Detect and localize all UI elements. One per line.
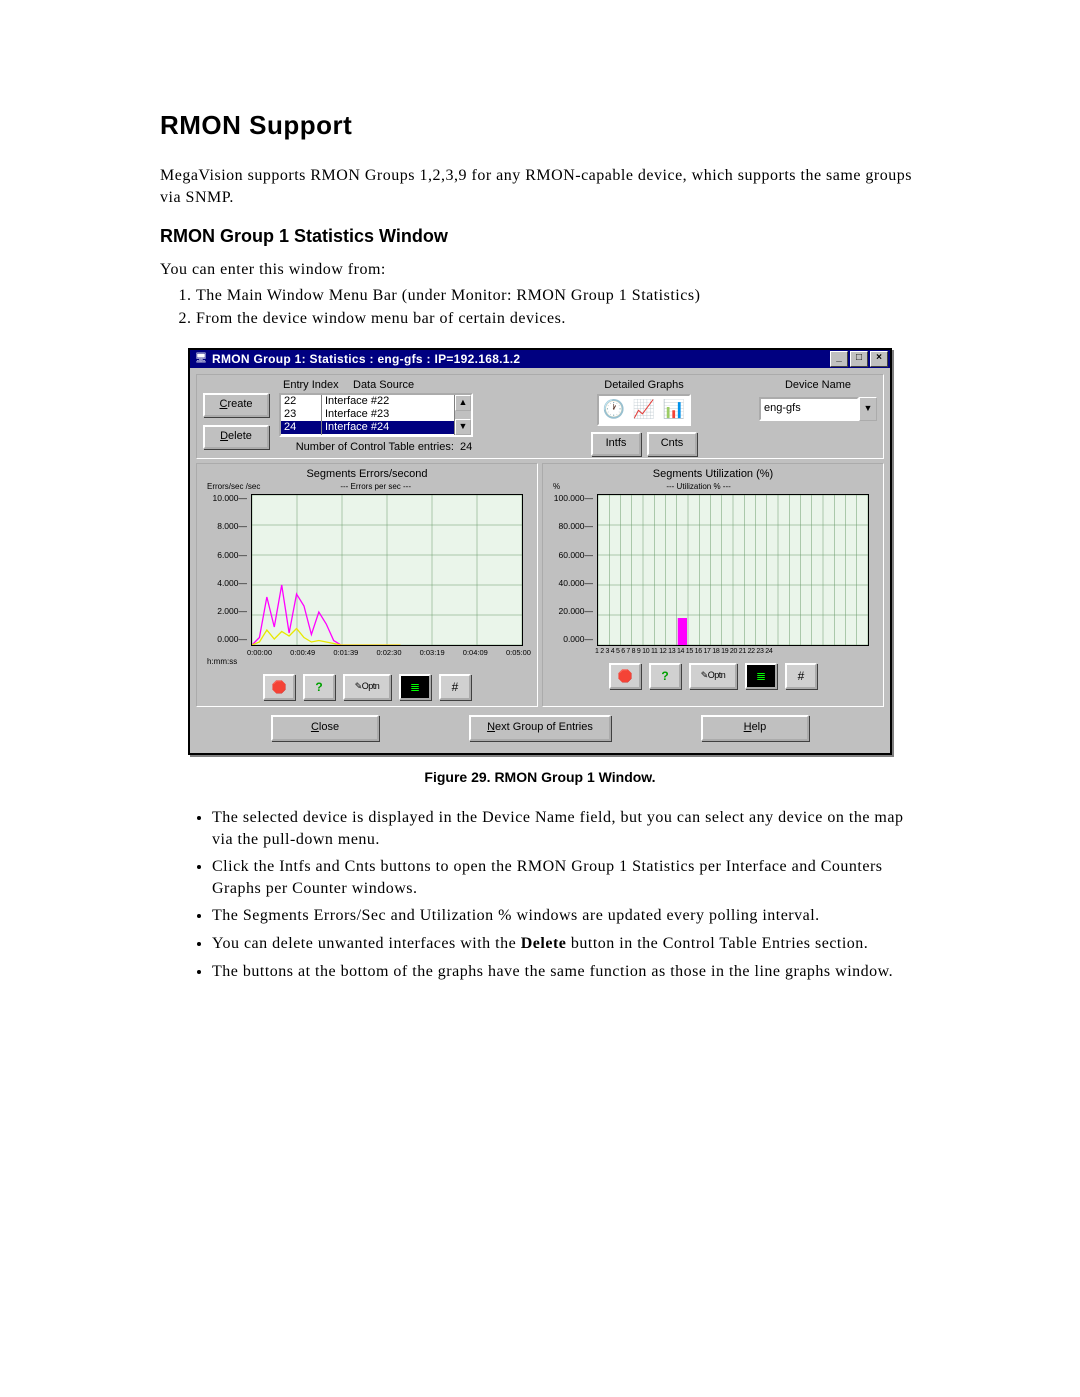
device-name-value: eng-gfs <box>759 397 859 421</box>
errors-chart-title: Segments Errors/second <box>203 468 531 480</box>
chart-tool-button[interactable]: 🛑 <box>609 663 641 689</box>
utilization-chart-title: Segments Utilization (%) <box>549 468 877 480</box>
intro-text: MegaVision supports RMON Groups 1,2,3,9 … <box>160 165 920 208</box>
lead-text: You can enter this window from: <box>160 259 920 281</box>
entry-index-header: Entry Index <box>283 379 353 391</box>
list-item: The Main Window Menu Bar (under Monitor:… <box>196 285 920 307</box>
minimize-button[interactable]: _ <box>830 351 848 367</box>
delete-button[interactable]: Delete <box>203 425 269 449</box>
subsection-title: RMON Group 1 Statistics Window <box>160 226 920 247</box>
chart-tool-button[interactable]: # <box>439 674 471 700</box>
list-item: Click the Intfs and Cnts buttons to open… <box>212 856 920 899</box>
maximize-button[interactable]: □ <box>850 351 868 367</box>
utilization-axis-title: --- Utilization % --- <box>666 482 730 494</box>
chart-tool-button[interactable]: # <box>785 663 817 689</box>
help-button[interactable]: Help <box>701 715 809 741</box>
errors-plot <box>251 494 523 646</box>
scroll-down-icon[interactable]: ▼ <box>455 419 471 435</box>
app-icon: 🖥 <box>194 352 208 366</box>
errors-xlabel: h:mm:ss <box>207 657 531 666</box>
list-item: The selected device is displayed in the … <box>212 807 920 850</box>
section-title: RMON Support <box>160 110 920 141</box>
close-window-button[interactable]: × <box>870 351 888 367</box>
chart-tool-button[interactable]: ✎Optn <box>343 674 391 700</box>
list-item: You can delete unwanted interfaces with … <box>212 933 920 955</box>
list-scrollbar[interactable]: ▲ ▼ <box>454 395 471 435</box>
next-group-button[interactable]: Next Group of Entries <box>469 715 611 741</box>
bar-chart-icon: 📊 <box>663 399 685 420</box>
close-button[interactable]: Close <box>271 715 379 741</box>
list-item: From the device window menu bar of certa… <box>196 308 920 330</box>
cnts-button[interactable]: Cnts <box>647 432 697 456</box>
control-table-count: Number of Control Table entries: 24 <box>279 441 489 453</box>
device-name-select[interactable]: eng-gfs ▼ <box>759 397 877 421</box>
steps-list: The Main Window Menu Bar (under Monitor:… <box>196 285 920 330</box>
table-row[interactable]: 24 <box>281 421 321 434</box>
errors-yticks: 10.000—8.000—6.000—4.000—2.000—0.000— <box>203 494 251 644</box>
table-row[interactable]: Interface #22 <box>322 395 454 408</box>
utilization-chart-panel: Segments Utilization (%) % --- Utilizati… <box>542 463 884 707</box>
chart-tool-button[interactable]: ? <box>649 663 681 689</box>
device-name-label: Device Name <box>785 379 851 391</box>
chart-tool-button[interactable]: ≣ <box>399 674 431 700</box>
utilization-xticks: 1 2 3 4 5 6 7 8 9 10 11 12 13 14 15 16 1… <box>595 648 877 655</box>
list-item: The Segments Errors/Sec and Utilization … <box>212 905 920 927</box>
errors-axis-title: --- Errors per sec --- <box>340 482 411 494</box>
utilization-plot <box>597 494 869 646</box>
errors-xticks: 0:00:000:00:490:01:390:02:300:03:190:04:… <box>247 648 531 657</box>
utilization-yticks: 100.000—80.000—60.000—40.000—20.000—0.00… <box>549 494 597 644</box>
window-title: RMON Group 1: Statistics : eng-gfs : IP=… <box>212 352 520 366</box>
chart-tool-button[interactable]: ? <box>303 674 335 700</box>
detailed-graphs-icons: 🕐 📈 📊 <box>597 394 691 426</box>
list-item: The buttons at the bottom of the graphs … <box>212 961 920 983</box>
bullet-list: The selected device is displayed in the … <box>160 807 920 982</box>
figure-caption: Figure 29. RMON Group 1 Window. <box>160 769 920 785</box>
window-titlebar[interactable]: 🖥 RMON Group 1: Statistics : eng-gfs : I… <box>190 350 890 368</box>
gauge-icon: 🕐 <box>603 399 625 420</box>
intfs-button[interactable]: Intfs <box>591 432 641 456</box>
table-row[interactable]: Interface #24 <box>322 421 454 434</box>
detailed-graphs-label: Detailed Graphs <box>604 379 684 391</box>
line-chart-icon: 📈 <box>633 399 655 420</box>
table-row[interactable]: 23 <box>281 408 321 421</box>
table-row[interactable]: Interface #23 <box>322 408 454 421</box>
control-table-list[interactable]: 22 23 24 Interface #22 Interface #23 Int… <box>279 393 473 437</box>
rmon-window: 🖥 RMON Group 1: Statistics : eng-gfs : I… <box>188 348 892 755</box>
errors-chart-panel: Segments Errors/second Errors/sec /sec -… <box>196 463 538 707</box>
chart-tool-button[interactable]: ≣ <box>745 663 777 689</box>
chart-tool-button[interactable]: 🛑 <box>263 674 295 700</box>
data-source-header: Data Source <box>353 379 414 391</box>
chart-tool-button[interactable]: ✎Optn <box>689 663 737 689</box>
table-row[interactable]: 22 <box>281 395 321 408</box>
create-button[interactable]: Create <box>203 393 269 417</box>
chevron-down-icon[interactable]: ▼ <box>859 397 877 421</box>
scroll-up-icon[interactable]: ▲ <box>455 395 471 411</box>
